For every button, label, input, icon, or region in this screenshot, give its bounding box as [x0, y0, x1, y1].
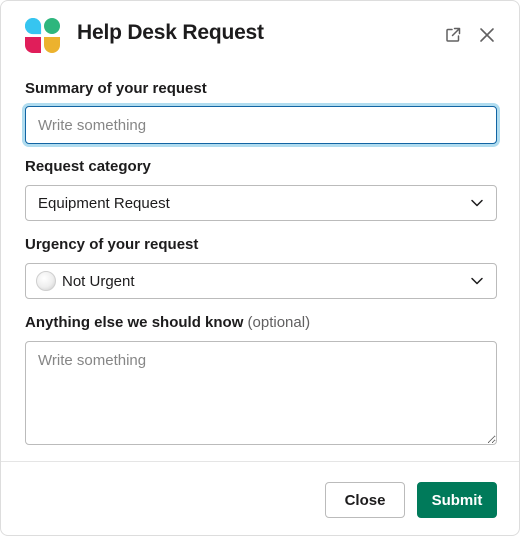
category-select[interactable]: Equipment Request	[25, 185, 497, 221]
white-circle-icon	[36, 271, 56, 291]
urgency-select[interactable]: Not Urgent	[25, 263, 497, 299]
close-icon	[480, 28, 494, 42]
help-desk-modal: Help Desk Request Summary of your reques…	[0, 0, 520, 536]
footer-divider	[1, 461, 519, 462]
urgency-label: Urgency of your request	[25, 236, 199, 253]
close-button[interactable]: Close	[325, 482, 405, 518]
category-label: Request category	[25, 158, 151, 175]
modal-title: Help Desk Request	[77, 21, 264, 44]
chevron-down-icon	[470, 196, 484, 210]
popout-button[interactable]	[441, 23, 465, 47]
summary-input[interactable]	[25, 106, 497, 144]
category-selected-value: Equipment Request	[38, 194, 170, 212]
optional-hint: (optional)	[247, 314, 311, 331]
summary-label: Summary of your request	[25, 80, 207, 97]
close-modal-button[interactable]	[475, 23, 499, 47]
urgency-selected-value: Not Urgent	[62, 272, 135, 290]
modal-header: Help Desk Request	[1, 1, 519, 71]
notes-label-text: Anything else we should know	[25, 314, 244, 331]
notes-textarea[interactable]	[25, 341, 497, 445]
app-logo-icon	[25, 18, 60, 53]
submit-button[interactable]: Submit	[417, 482, 497, 518]
notes-label: Anything else we should know (optional)	[25, 314, 310, 331]
popout-icon	[446, 27, 461, 42]
chevron-down-icon	[470, 274, 484, 288]
